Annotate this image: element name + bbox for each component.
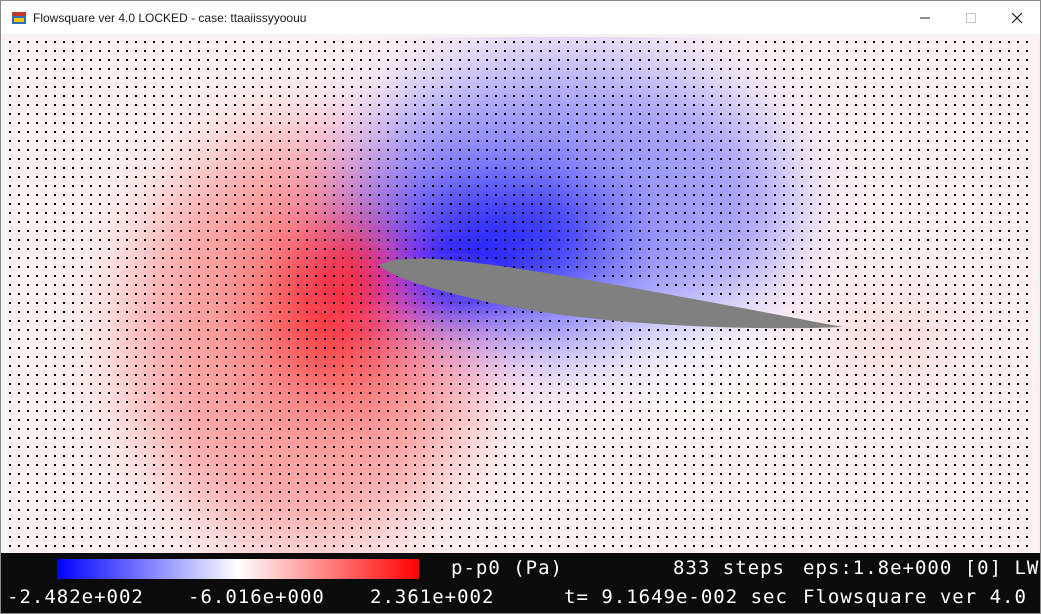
title-bar[interactable]: Flowsquare ver 4.0 LOCKED - case: ttaaii… (1, 1, 1040, 34)
app-name-label: Flowsquare ver 4.0 L (803, 586, 1041, 608)
app-window: Flowsquare ver 4.0 LOCKED - case: ttaaii… (0, 0, 1041, 614)
colorbar-min: -2.482e+002 (7, 586, 144, 608)
close-button[interactable] (994, 1, 1040, 34)
time-readout: t= 9.1649e-002 sec (564, 586, 788, 608)
colorbar-max: 2.361e+002 (370, 586, 495, 608)
status-bar: p-p0 (Pa) 833 steps eps:1.8e+000 [0] LW … (1, 553, 1040, 613)
colorbar (57, 559, 419, 579)
app-icon (11, 10, 27, 26)
maximize-icon (966, 12, 976, 23)
minimize-button[interactable] (902, 1, 948, 34)
colorbar-mid: -6.016e+000 (188, 586, 325, 608)
step-count: 833 steps (673, 557, 785, 579)
close-icon (1011, 12, 1023, 23)
window-title: Flowsquare ver 4.0 LOCKED - case: ttaaii… (33, 10, 307, 25)
pressure-field-plot (5, 37, 1037, 553)
variable-label: p-p0 (Pa) (451, 557, 563, 579)
minimize-icon (920, 17, 930, 18)
eps-readout: eps:1.8e+000 [0] LW (803, 557, 1040, 579)
simulation-canvas[interactable] (5, 37, 1037, 553)
maximize-button[interactable] (948, 1, 994, 34)
